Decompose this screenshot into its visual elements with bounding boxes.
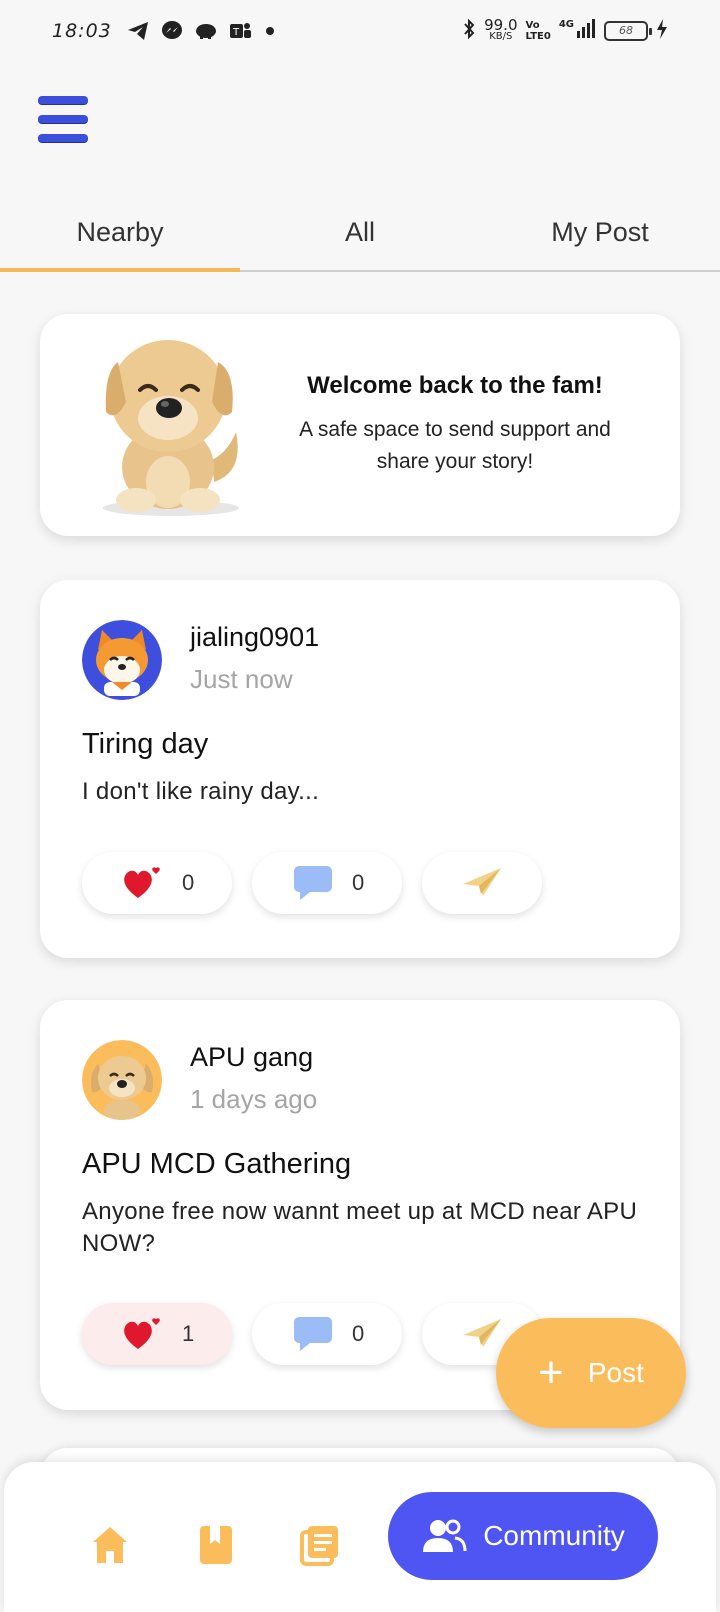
nav-community[interactable]: Community (388, 1492, 658, 1580)
like-count: 1 (182, 1321, 195, 1346)
post-title: Tiring day (82, 728, 209, 760)
post-actions: 1 0 (82, 1303, 542, 1365)
svg-text:T: T (232, 27, 240, 38)
status-right: 99.0 KB/S Vo LTE0 4G 68 (462, 18, 668, 44)
net-speed: 99.0 KB/S (484, 16, 518, 43)
tab-nearby[interactable]: Nearby (0, 200, 240, 272)
user-avatar-puppy (82, 1040, 162, 1120)
heart-icon (124, 867, 160, 898)
net-speed-value: 99.0 (484, 16, 518, 34)
post-card[interactable]: jialing0901 Just now Tiring day I don't … (40, 580, 680, 958)
post-time: Just now (190, 664, 293, 694)
post-body: I don't like rainy day... (82, 778, 320, 805)
menu-button[interactable] (38, 96, 88, 142)
messenger-icon (160, 20, 184, 42)
hamburger-line (38, 115, 88, 123)
signal-indicator: 4G (559, 19, 596, 43)
comment-bubble-icon (294, 1317, 332, 1351)
paper-plane-icon (463, 1319, 501, 1347)
puppy-mascot-image (103, 340, 239, 516)
telegram-icon (126, 20, 150, 42)
user-avatar-shiba (82, 620, 162, 700)
home-icon (93, 1527, 127, 1563)
nav-home[interactable] (90, 1524, 130, 1566)
hamburger-line (38, 96, 88, 104)
paper-plane-icon (463, 868, 501, 896)
volte-top: Vo (525, 20, 540, 31)
comment-bubble-icon (294, 866, 332, 900)
post-time: 1 days ago (190, 1084, 318, 1114)
heart-icon (124, 1318, 160, 1349)
nav-journal[interactable] (300, 1524, 340, 1566)
plus-icon: + (538, 1348, 564, 1397)
volte-bottom: LTE0 (525, 31, 551, 42)
post-title: APU MCD Gathering (82, 1148, 352, 1180)
welcome-subtitle: A safe space to send support and share y… (299, 418, 611, 473)
status-bar: 18:03 T 99.0 KB/S Vo LTE0 4G 68 (0, 0, 720, 64)
comment-button[interactable]: 0 (252, 852, 402, 914)
dot-icon (262, 20, 286, 42)
battery-indicator: 68 (604, 21, 652, 41)
status-time: 18:03 (52, 20, 112, 42)
bookmark-book-icon (200, 1526, 232, 1564)
volte-indicator: Vo LTE0 (526, 20, 551, 42)
people-icon (423, 1519, 467, 1552)
piggy-bank-icon (194, 20, 218, 42)
notification-icons: T (126, 20, 286, 42)
teams-icon: T (228, 20, 252, 42)
bottom-navigation: Community (4, 1462, 716, 1612)
charging-icon (656, 18, 668, 44)
network-type: 4G (558, 19, 574, 30)
net-speed-unit: KB/S (489, 31, 513, 42)
welcome-title: Welcome back to the fam! (307, 372, 603, 399)
bluetooth-icon (462, 18, 476, 44)
comment-count: 0 (352, 870, 365, 895)
new-post-label: Post (587, 1357, 644, 1388)
tab-bar: Nearby All My Post (0, 200, 720, 272)
signal-bars-icon (576, 19, 596, 43)
nav-community-label: Community (483, 1520, 625, 1551)
hamburger-line (38, 134, 88, 142)
journal-icon (300, 1526, 338, 1566)
tab-my-post[interactable]: My Post (480, 200, 720, 270)
tab-all[interactable]: All (240, 200, 480, 270)
like-button[interactable]: 1 (82, 1303, 232, 1365)
like-button[interactable]: 0 (82, 852, 232, 914)
post-username[interactable]: jialing0901 (190, 622, 319, 653)
welcome-card: Welcome back to the fam! A safe space to… (40, 314, 680, 536)
share-button[interactable] (422, 852, 542, 914)
like-count: 0 (182, 870, 195, 895)
new-post-button[interactable]: + Post (496, 1318, 686, 1428)
comment-button[interactable]: 0 (252, 1303, 402, 1365)
nav-diary[interactable] (196, 1524, 236, 1566)
post-username[interactable]: APU gang (190, 1042, 313, 1073)
comment-count: 0 (352, 1321, 365, 1346)
post-actions: 0 0 (82, 852, 542, 914)
post-body: Anyone free now wannt meet up at MCD nea… (82, 1198, 638, 1257)
